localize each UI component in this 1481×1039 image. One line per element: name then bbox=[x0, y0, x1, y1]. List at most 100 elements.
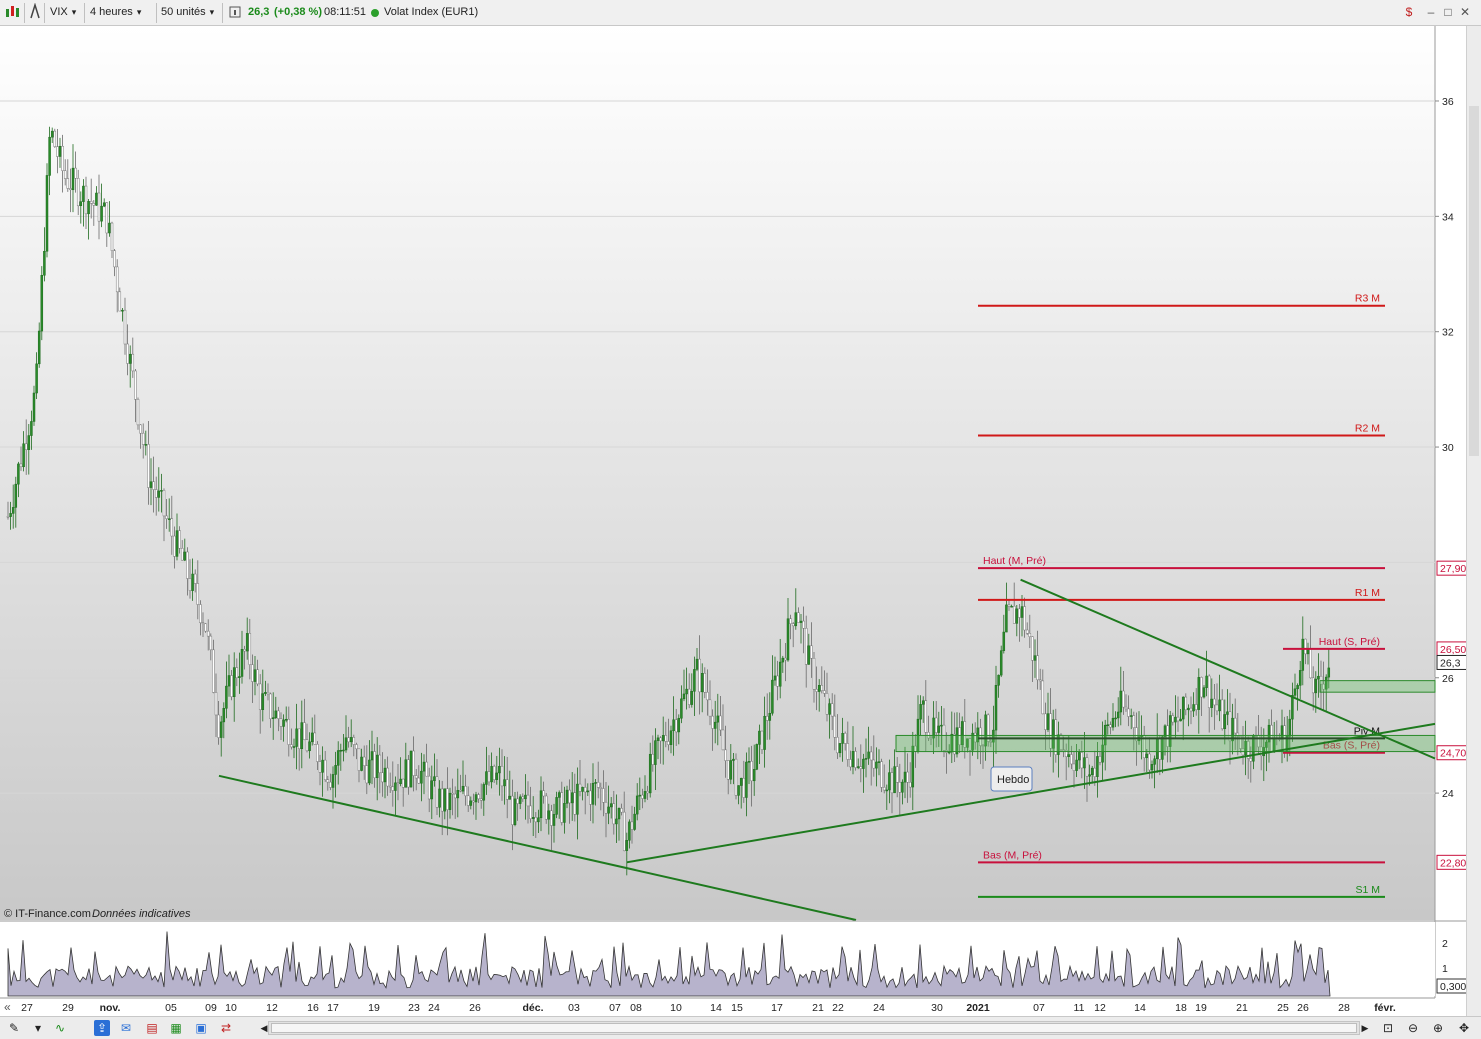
candle-body bbox=[188, 578, 192, 591]
zoom-fit-icon[interactable]: ⊡ bbox=[1380, 1020, 1396, 1036]
candle-body bbox=[498, 766, 501, 774]
candle-body bbox=[882, 787, 886, 791]
symbol-select[interactable]: VIX bbox=[50, 3, 80, 22]
candle-body bbox=[123, 309, 127, 345]
candle-body bbox=[812, 658, 816, 690]
candle-body bbox=[771, 679, 774, 714]
candle-body bbox=[157, 490, 161, 498]
candle-body bbox=[745, 761, 748, 798]
candle-body bbox=[240, 649, 244, 677]
candle-body bbox=[815, 689, 818, 692]
candle-body bbox=[209, 635, 213, 651]
candle-body bbox=[583, 787, 587, 793]
candle-body bbox=[1129, 715, 1133, 717]
candle-body bbox=[1197, 677, 1201, 710]
minimize-icon[interactable]: – bbox=[1424, 5, 1438, 19]
candle-body bbox=[173, 535, 176, 557]
x-tick-label: 07 bbox=[609, 1002, 621, 1014]
candle-body bbox=[492, 766, 496, 780]
draw-tools-icon[interactable] bbox=[28, 2, 42, 22]
candle-body bbox=[521, 796, 525, 800]
price-chart[interactable]: R3 MR2 MHaut (M, Pré)R1 MHaut (S, Pré)Pi… bbox=[0, 26, 1466, 1016]
candle-body bbox=[895, 766, 899, 783]
share-icon[interactable]: ⇪ bbox=[94, 1020, 110, 1036]
candle-body bbox=[1249, 758, 1253, 762]
candle-body bbox=[560, 792, 564, 823]
candle-body bbox=[459, 790, 462, 792]
candle-body bbox=[310, 732, 314, 743]
alert-icon[interactable]: $ bbox=[1402, 5, 1416, 19]
timeframe-select[interactable]: 4 heures bbox=[90, 3, 154, 22]
orders-icon[interactable]: ▤ bbox=[144, 1020, 160, 1036]
vertical-scrollbar[interactable] bbox=[1466, 26, 1481, 1016]
candle-body bbox=[880, 761, 883, 788]
candle-body bbox=[40, 274, 44, 332]
trade-icon[interactable]: ⇄ bbox=[218, 1020, 234, 1036]
candle-body bbox=[773, 675, 777, 681]
candle-body bbox=[53, 130, 57, 147]
crosshair-icon[interactable]: ✥ bbox=[1456, 1020, 1472, 1036]
units-select[interactable]: 50 unités bbox=[161, 3, 221, 22]
message-icon[interactable]: ✉ bbox=[118, 1020, 134, 1036]
candle-body bbox=[898, 782, 902, 793]
candle-body bbox=[854, 751, 857, 768]
candle-body bbox=[87, 201, 90, 215]
candle-body bbox=[641, 794, 644, 799]
y-tick-label: 32 bbox=[1442, 327, 1454, 339]
candle-body bbox=[284, 718, 288, 721]
positions-icon[interactable]: ▦ bbox=[168, 1020, 184, 1036]
candle-body bbox=[1080, 752, 1084, 769]
zoom-in-icon[interactable]: ⊕ bbox=[1430, 1020, 1446, 1036]
candle-body bbox=[742, 777, 746, 798]
vertical-scroll-thumb[interactable] bbox=[1469, 106, 1479, 456]
candle-body bbox=[599, 787, 603, 789]
candle-body bbox=[1109, 724, 1112, 728]
candle-body bbox=[604, 802, 608, 814]
horizontal-scrollbar[interactable] bbox=[268, 1021, 1360, 1035]
candle-body bbox=[344, 737, 348, 751]
candle-body bbox=[667, 741, 670, 745]
candle-body bbox=[136, 399, 140, 426]
x-tick-label: 30 bbox=[931, 1002, 943, 1014]
candle-body bbox=[126, 343, 129, 364]
candle-body bbox=[238, 676, 241, 679]
candle-body bbox=[219, 721, 223, 738]
candle-body bbox=[37, 330, 41, 365]
candle-body bbox=[1311, 677, 1315, 694]
info-icon[interactable] bbox=[229, 3, 241, 22]
zoom-out-icon[interactable]: ⊖ bbox=[1405, 1020, 1421, 1036]
candle-body bbox=[435, 776, 439, 808]
candle-body bbox=[664, 735, 668, 742]
candle-body bbox=[555, 797, 558, 815]
price-tag-label: 26,3 bbox=[1440, 657, 1461, 669]
candle-body bbox=[6, 516, 10, 518]
candle-body bbox=[513, 798, 517, 825]
resistance-zone[interactable] bbox=[1319, 680, 1436, 693]
candle-body bbox=[362, 756, 366, 766]
candle-body bbox=[596, 782, 600, 788]
chart-type-icon[interactable] bbox=[4, 3, 20, 22]
close-icon[interactable]: ✕ bbox=[1458, 5, 1472, 19]
candle-body bbox=[167, 518, 171, 520]
candle-body bbox=[856, 766, 860, 768]
candle-body bbox=[659, 737, 662, 742]
candle-body bbox=[700, 673, 704, 693]
scroll-back-icon[interactable]: « bbox=[4, 1000, 11, 1014]
candle-body bbox=[360, 756, 363, 771]
pivot-label: Haut (S, Pré) bbox=[1319, 636, 1380, 648]
candle-body bbox=[56, 146, 59, 157]
pen-icon[interactable]: ✎ bbox=[6, 1020, 22, 1036]
candle-body bbox=[425, 761, 428, 777]
candle-body bbox=[84, 185, 88, 215]
scroll-right-icon[interactable]: ▶ bbox=[1357, 1020, 1373, 1036]
horizontal-scroll-thumb[interactable] bbox=[271, 1023, 1357, 1033]
indicator-icon[interactable]: ∿ bbox=[52, 1020, 68, 1036]
candle-body bbox=[433, 776, 436, 781]
candle-body bbox=[622, 811, 626, 851]
screener-icon[interactable]: ▣ bbox=[193, 1020, 209, 1036]
candle-body bbox=[381, 772, 384, 783]
maximize-icon[interactable]: □ bbox=[1441, 5, 1455, 19]
candle-body bbox=[165, 515, 168, 519]
candle-body bbox=[347, 737, 350, 743]
dropdown-arrow-icon[interactable]: ▾ bbox=[30, 1020, 46, 1036]
